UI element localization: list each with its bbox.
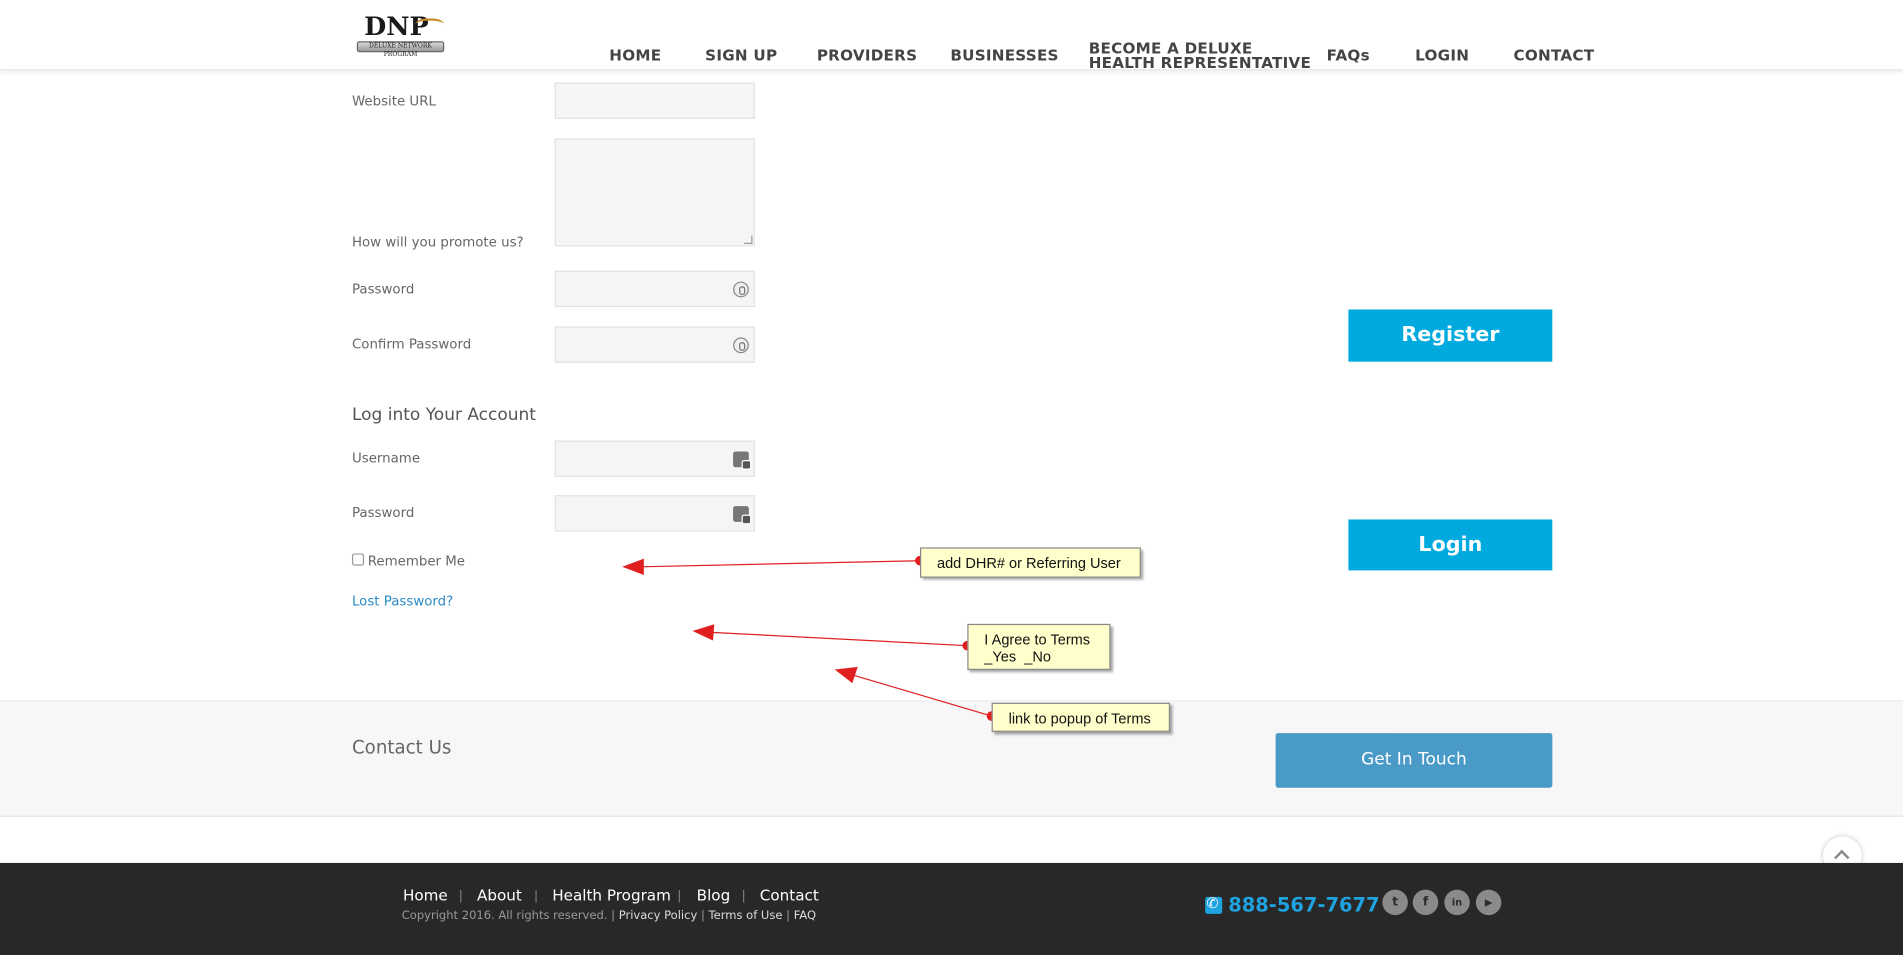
site-footer: Home | About | Health Program | Blog | C… xyxy=(0,862,1903,955)
promote-textarea[interactable] xyxy=(554,138,755,247)
footer-separator: | xyxy=(458,889,463,903)
nav-faqs[interactable]: FAQs xyxy=(1327,46,1370,64)
username-label: Username xyxy=(351,450,421,467)
annotation-arrowhead xyxy=(692,624,715,641)
terms-of-use-link[interactable]: Terms of Use xyxy=(709,909,783,922)
annotation-note-terms: I Agree to Terms _Yes _No xyxy=(967,623,1111,670)
register-password-label: Password xyxy=(351,281,415,298)
annotation-note-popup: link to popup of Terms xyxy=(991,702,1171,732)
phone-icon xyxy=(1205,894,1223,914)
youtube-icon[interactable]: ▶ xyxy=(1475,889,1502,916)
nav-home[interactable]: HOME xyxy=(609,46,661,64)
resize-handle-icon[interactable] xyxy=(743,235,753,244)
twitter-icon[interactable]: t xyxy=(1382,889,1408,916)
page: DNP DELUXE NETWORK PROGRAM HOME SIGN UP … xyxy=(0,0,1903,955)
username-input[interactable] xyxy=(554,440,755,477)
website-url-label: Website URL xyxy=(351,93,436,110)
annotation-note-dhr: add DHR# or Referring User xyxy=(919,547,1141,578)
remember-me-label: Remember Me xyxy=(367,553,466,570)
copyright-text: Copyright 2016. All rights reserved. | xyxy=(401,909,616,923)
promote-label: How will you promote us? xyxy=(351,234,524,251)
facebook-icon[interactable]: f xyxy=(1412,889,1439,916)
password-manager-icon[interactable] xyxy=(733,281,749,298)
register-button[interactable]: Register xyxy=(1348,309,1553,362)
footer-link-about[interactable]: About xyxy=(477,886,522,904)
password-manager-icon[interactable] xyxy=(733,337,749,354)
annotation-arrow-line xyxy=(640,560,920,568)
confirm-password-label: Confirm Password xyxy=(351,336,472,352)
login-button[interactable]: Login xyxy=(1348,519,1553,571)
register-password-input[interactable] xyxy=(554,270,755,308)
footer-link-health-program[interactable]: Health Program xyxy=(552,886,671,904)
footer-link-blog[interactable]: Blog xyxy=(697,886,731,904)
legal-separator: | xyxy=(786,909,791,923)
nav-become-representative[interactable]: BECOME A DELUXE HEALTH REPRESENTATIVE xyxy=(1088,40,1312,72)
nav-providers[interactable]: PROVIDERS xyxy=(817,46,917,64)
nav-contact[interactable]: CONTACT xyxy=(1513,46,1594,64)
remember-me-checkbox[interactable] xyxy=(351,553,365,566)
footer-link-home[interactable]: Home xyxy=(403,886,448,904)
phone-number[interactable]: 888-567-7677 xyxy=(1228,893,1379,916)
contact-title: Contact Us xyxy=(351,736,452,759)
nav-sign-up[interactable]: SIGN UP xyxy=(705,46,777,64)
footer-link-contact[interactable]: Contact xyxy=(760,886,819,904)
nav-become-line2: HEALTH REPRESENTATIVE xyxy=(1088,53,1312,72)
site-header: DNP DELUXE NETWORK PROGRAM HOME SIGN UP … xyxy=(0,0,1903,72)
annotation-arrowhead xyxy=(622,558,644,575)
logo-subtext: DELUXE NETWORK PROGRAM xyxy=(356,41,445,58)
annotation-arrow-line xyxy=(711,631,968,647)
website-url-input[interactable] xyxy=(554,82,755,119)
site-logo[interactable]: DNP DELUXE NETWORK PROGRAM xyxy=(354,11,446,58)
footer-separator: | xyxy=(741,889,746,903)
login-password-input[interactable] xyxy=(554,495,755,532)
nav-businesses[interactable]: BUSINESSES xyxy=(950,46,1058,64)
logo-swoosh-icon xyxy=(415,18,445,30)
annotation-arrowhead xyxy=(834,666,858,684)
get-in-touch-button[interactable]: Get In Touch xyxy=(1275,733,1553,788)
privacy-policy-link[interactable]: Privacy Policy xyxy=(619,909,698,922)
login-password-label: Password xyxy=(351,504,415,521)
footer-separator: | xyxy=(534,889,539,903)
lost-password-link[interactable]: Lost Password? xyxy=(352,593,453,609)
legal-separator: | xyxy=(700,909,705,923)
keyboard-icon[interactable] xyxy=(733,451,752,470)
contact-band: Contact Us Get In Touch xyxy=(0,700,1903,817)
faq-link[interactable]: FAQ xyxy=(794,909,816,922)
login-section-title: Log into Your Account xyxy=(351,405,536,425)
confirm-password-input[interactable] xyxy=(554,326,755,363)
keyboard-icon[interactable] xyxy=(733,506,752,525)
copyright: Copyright 2016. All rights reserved. | P… xyxy=(402,909,816,922)
footer-separator: | xyxy=(677,889,682,903)
nav-login[interactable]: LOGIN xyxy=(1415,46,1469,64)
linkedin-icon[interactable]: in xyxy=(1444,889,1470,916)
